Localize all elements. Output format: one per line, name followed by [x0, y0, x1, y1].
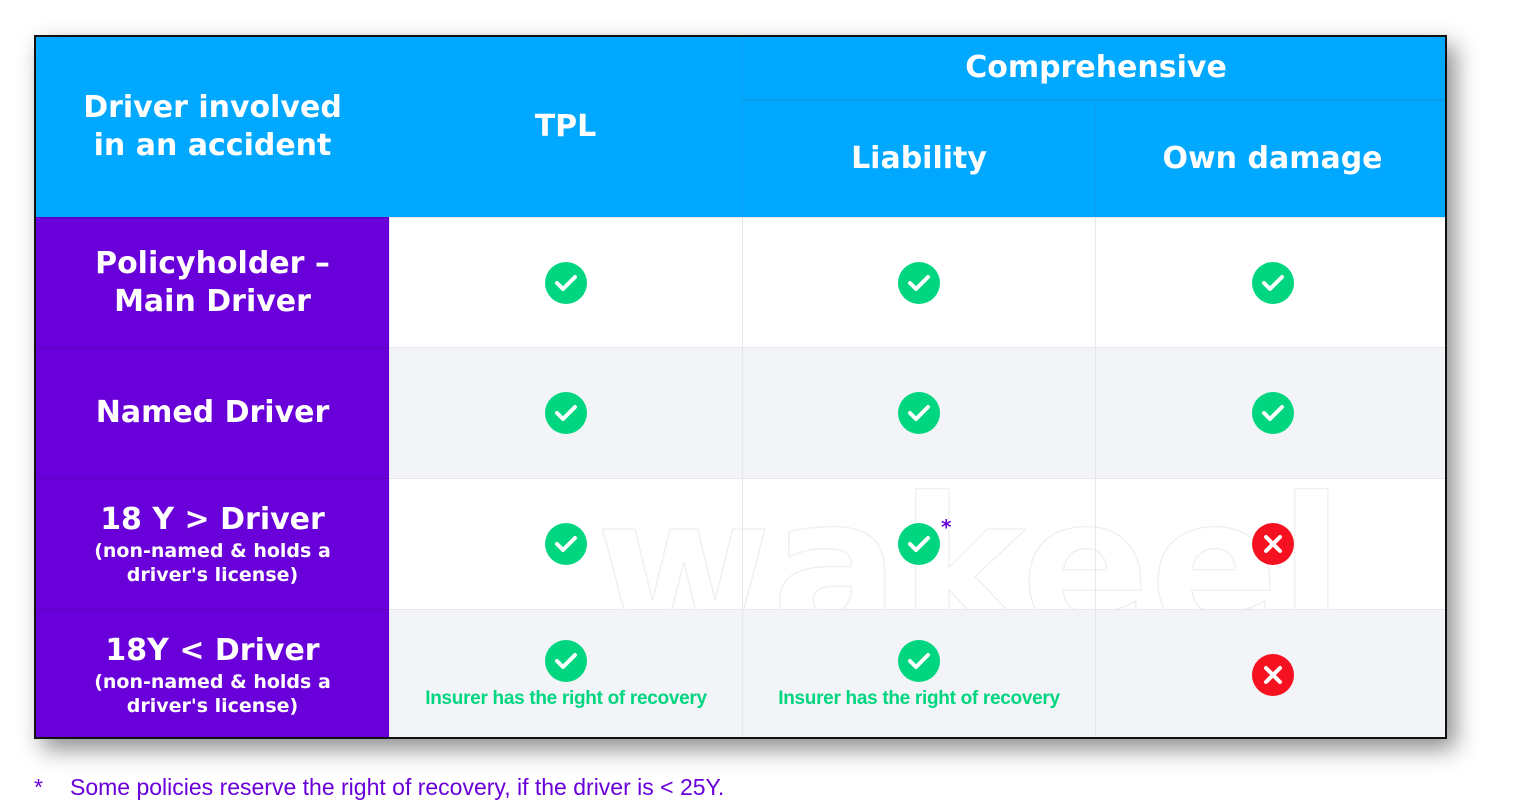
row-subtitle: (non-named & holds a driver's license) [94, 670, 331, 717]
row-title: Named Driver [95, 395, 330, 430]
cell-tpl [389, 347, 742, 478]
check-icon [545, 392, 587, 434]
cell-own-damage [1095, 609, 1445, 737]
row-title: 18Y < Driver [105, 632, 320, 668]
check-icon [898, 261, 940, 304]
footnote-mark: * [34, 774, 43, 800]
check-icon [898, 392, 940, 434]
coverage-table: wakeel Driver involved in an accident TP… [34, 35, 1447, 739]
header-tpl: TPL [389, 37, 742, 217]
check-icon [1251, 392, 1294, 434]
cell-liability: * [742, 478, 1095, 609]
check-icon [1251, 261, 1294, 304]
check-icon [898, 639, 940, 682]
header-own-damage: Own damage [1095, 101, 1445, 217]
footnote-text: Some policies reserve the right of recov… [70, 774, 725, 800]
check-icon [898, 523, 940, 565]
row-subtitle: (non-named & holds a driver's license) [94, 540, 331, 586]
cell-own-damage [1095, 478, 1445, 609]
cell-tpl [389, 478, 742, 609]
footnote: * Some policies reserve the right of reco… [34, 774, 724, 801]
asterisk-mark: * [941, 515, 952, 539]
cross-icon [1251, 653, 1294, 696]
row-title: 18 Y > Driver [100, 502, 325, 537]
cell-tpl [389, 217, 742, 347]
cell-liability: Insurer has the right of recovery [742, 609, 1095, 737]
header-tpl-label: TPL [534, 109, 597, 144]
header-own-damage-label: Own damage [1162, 141, 1383, 176]
row-label: 18 Y > Driver (non-named & holds a driver… [36, 478, 389, 609]
header-comprehensive: Comprehensive [742, 37, 1445, 101]
cell-tpl: Insurer has the right of recovery [389, 609, 742, 737]
row-label: 18Y < Driver (non-named & holds a driver'… [36, 609, 389, 737]
cell-own-damage [1095, 347, 1445, 478]
row-label: Named Driver [36, 347, 389, 478]
recovery-note: Insurer has the right of recovery [778, 687, 1060, 709]
check-icon [545, 639, 587, 682]
check-icon [545, 523, 587, 565]
header-comprehensive-label: Comprehensive [965, 50, 1227, 85]
row-title: Policyholder – Main Driver [95, 245, 330, 319]
header-driver: Driver involved in an accident [36, 37, 389, 217]
cell-liability [742, 347, 1095, 478]
recovery-note: Insurer has the right of recovery [425, 687, 707, 709]
header-liability-label: Liability [851, 141, 987, 176]
check-icon [545, 261, 587, 304]
header-liability: Liability [742, 101, 1095, 217]
cell-liability [742, 217, 1095, 347]
cross-icon [1251, 523, 1294, 565]
header-driver-label: Driver involved in an accident [83, 90, 342, 163]
row-label: Policyholder – Main Driver [36, 217, 389, 347]
cell-own-damage [1095, 217, 1445, 347]
